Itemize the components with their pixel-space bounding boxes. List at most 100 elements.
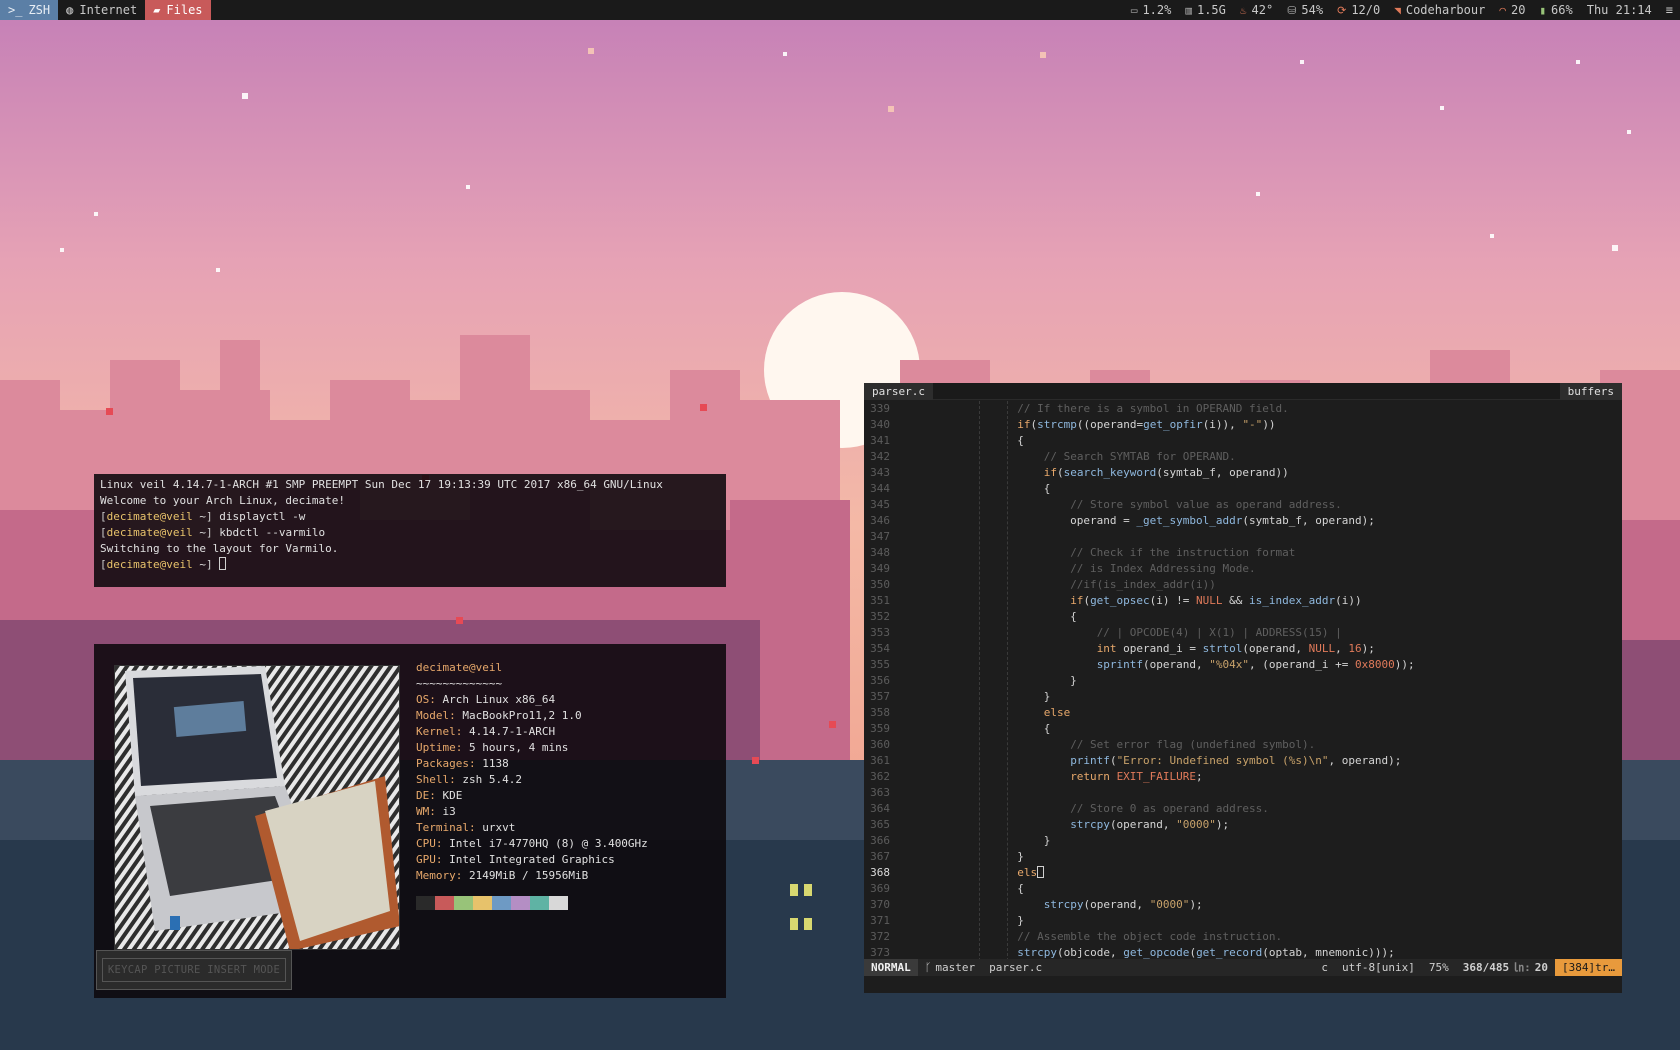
info-key: GPU <box>416 853 436 866</box>
info-value: MacBookPro11,2 1.0 <box>462 709 582 722</box>
code-line: 363 <box>870 786 890 799</box>
vim-editor[interactable]: parser.c buffers 339 // If there is a sy… <box>864 382 1622 993</box>
volume-stat[interactable]: ◠ 20 <box>1492 0 1532 20</box>
code-line: 372 // Assemble the object code instruct… <box>870 930 1283 943</box>
color-palette <box>416 896 648 910</box>
info-key: DE <box>416 789 430 802</box>
cpu-value: 1.2% <box>1142 3 1172 17</box>
info-key: Model <box>416 709 450 722</box>
prompt-dir: ~ <box>199 526 206 539</box>
code-line: 339 // If there is a symbol in OPERAND f… <box>870 402 1289 415</box>
line-position: 368/485 <box>1462 961 1510 974</box>
code-line: 371 } <box>870 914 1024 927</box>
terminal-prompt-line: [decimate@veil ~] displayctl -w <box>100 510 306 523</box>
code-line: 364 // Store 0 as operand address. <box>870 802 1269 815</box>
info-key: Shell <box>416 773 450 786</box>
prompt-user: decimate@veil <box>106 510 193 523</box>
info-value: Intel i7-4770HQ (8) @ 3.400GHz <box>449 837 648 850</box>
temperature-stat: ♨ 42° <box>1233 0 1280 20</box>
editor-cursor <box>1037 866 1045 878</box>
vim-statusline: NORMAL ᚴ master parser.c c utf-8[unix] 75… <box>864 959 1622 976</box>
info-key: WM <box>416 805 430 818</box>
code-line: 352 { <box>870 610 1077 623</box>
fetch-terminal[interactable]: KEYCAP PICTURE INSERT MODE decimate@veil… <box>94 644 726 998</box>
code-line: 361 printf("Error: Undefined symbol (%s)… <box>870 754 1402 767</box>
git-branch: ᚴ master <box>918 959 982 976</box>
memory-icon: ▥ <box>1185 3 1192 17</box>
tab-parser-c[interactable]: parser.c <box>864 382 933 400</box>
battery-value: 66% <box>1551 3 1573 17</box>
disk-stat: ⛁ 54% <box>1280 0 1330 20</box>
workspace-zsh[interactable]: >_ ZSH <box>0 0 59 20</box>
prompt-command: displayctl -w <box>219 510 306 523</box>
code-line: 353 // | OPCODE(4) | X(1) | ADDRESS(15) … <box>870 626 1342 639</box>
battery-icon: ▮ <box>1539 3 1547 17</box>
globe-icon: ◍ <box>66 3 74 17</box>
workspace-files[interactable]: ▰ Files <box>145 0 211 20</box>
code-line: 350 //if(is_index_addr(i)) <box>870 578 1216 591</box>
code-line: 365 strcpy(operand, "0000"); <box>870 818 1230 831</box>
info-row: Kernel: 4.14.7-1-ARCH <box>416 725 556 738</box>
system-info: decimate@veil ~~~~~~~~~~~~~ OS: Arch Lin… <box>416 660 648 910</box>
terminal-window[interactable]: Linux veil 4.14.7-1-ARCH #1 SMP PREEMPT … <box>94 474 726 587</box>
code-line: 347 <box>870 530 890 543</box>
clock[interactable]: Thu 21:14 <box>1580 0 1659 20</box>
headphones-icon: ◠ <box>1499 3 1506 17</box>
laptop-photo <box>114 665 400 950</box>
info-row: DE: KDE <box>416 789 463 802</box>
prompt-command: kbdctl --varmilo <box>219 526 326 539</box>
info-value: KDE <box>442 789 463 802</box>
file-type: c <box>1321 961 1329 974</box>
menu-icon[interactable]: ≡ <box>1659 0 1680 20</box>
network-stat[interactable]: ◥ Codeharbour <box>1387 0 1492 20</box>
info-row: Model: MacBookPro11,2 1.0 <box>416 709 582 722</box>
info-value: i3 <box>442 805 456 818</box>
cursor-position: 368/485 ㏑: 20 <box>1456 959 1555 976</box>
info-value: Arch Linux x86_64 <box>442 693 556 706</box>
info-row: Memory: 2149MiB / 15956MiB <box>416 869 589 882</box>
code-line: 345 // Store symbol value as operand add… <box>870 498 1342 511</box>
info-row: Packages: 1138 <box>416 757 509 770</box>
file-name: parser.c <box>989 961 1043 974</box>
palette-swatch <box>549 896 568 910</box>
terminal-prompt-line[interactable]: [decimate@veil ~] <box>100 557 720 573</box>
code-line: 362 return EXIT_FAILURE; <box>870 770 1203 783</box>
branch-icon: ᚴ <box>924 961 932 974</box>
workspace-internet[interactable]: ◍ Internet <box>58 0 145 20</box>
info-row: Shell: zsh 5.4.2 <box>416 773 522 786</box>
code-buffer[interactable]: 339 // If there is a symbol in OPERAND f… <box>864 401 1622 961</box>
palette-swatch <box>435 896 454 910</box>
info-row: OS: Arch Linux x86_64 <box>416 693 556 706</box>
info-key: Uptime <box>416 741 456 754</box>
code-line: 340 if(strcmp((operand=get_opfir(i)), "-… <box>870 418 1276 431</box>
palette-swatch <box>530 896 549 910</box>
info-row: Uptime: 5 hours, 4 mins <box>416 741 569 754</box>
palette-swatch <box>492 896 511 910</box>
info-row: WM: i3 <box>416 805 456 818</box>
info-value: 5 hours, 4 mins <box>469 741 569 754</box>
status-bar: >_ ZSH ◍ Internet ▰ Files ▭ 1.2% ▥ 1.5G ♨ 4… <box>0 0 1680 20</box>
palette-swatch <box>511 896 530 910</box>
terminal-output-line: Switching to the layout for Varmilo. <box>100 542 339 555</box>
caption-text: KEYCAP PICTURE INSERT MODE <box>101 958 287 982</box>
workspace-label: Files <box>166 3 203 17</box>
code-line: 346 operand = _get_symbol_addr(symtab_f,… <box>870 514 1375 527</box>
terminal-prompt-line: [decimate@veil ~] kbdctl --varmilo <box>100 526 326 539</box>
info-value: urxvt <box>482 821 516 834</box>
buffers-label[interactable]: buffers <box>1559 382 1622 400</box>
info-key: Packages <box>416 757 469 770</box>
userhost: decimate@veil <box>416 661 503 674</box>
memory-stat: ▥ 1.5G <box>1178 0 1233 20</box>
column-icon: ㏑: <box>1513 961 1531 974</box>
info-key: OS <box>416 693 430 706</box>
clock-value: Thu 21:14 <box>1586 3 1652 17</box>
cpu-stat: ▭ 1.2% <box>1124 0 1179 20</box>
prompt-dir: ~ <box>199 558 206 571</box>
code-line: 369 { <box>870 882 1024 895</box>
updates-stat[interactable]: ⟳ 12/0 <box>1330 0 1387 20</box>
prompt-user: decimate@veil <box>106 526 193 539</box>
info-row: GPU: Intel Integrated Graphics <box>416 853 615 866</box>
vim-tabline: parser.c buffers <box>864 382 1622 400</box>
code-line: 359 { <box>870 722 1051 735</box>
code-line: 358 else <box>870 706 1071 719</box>
